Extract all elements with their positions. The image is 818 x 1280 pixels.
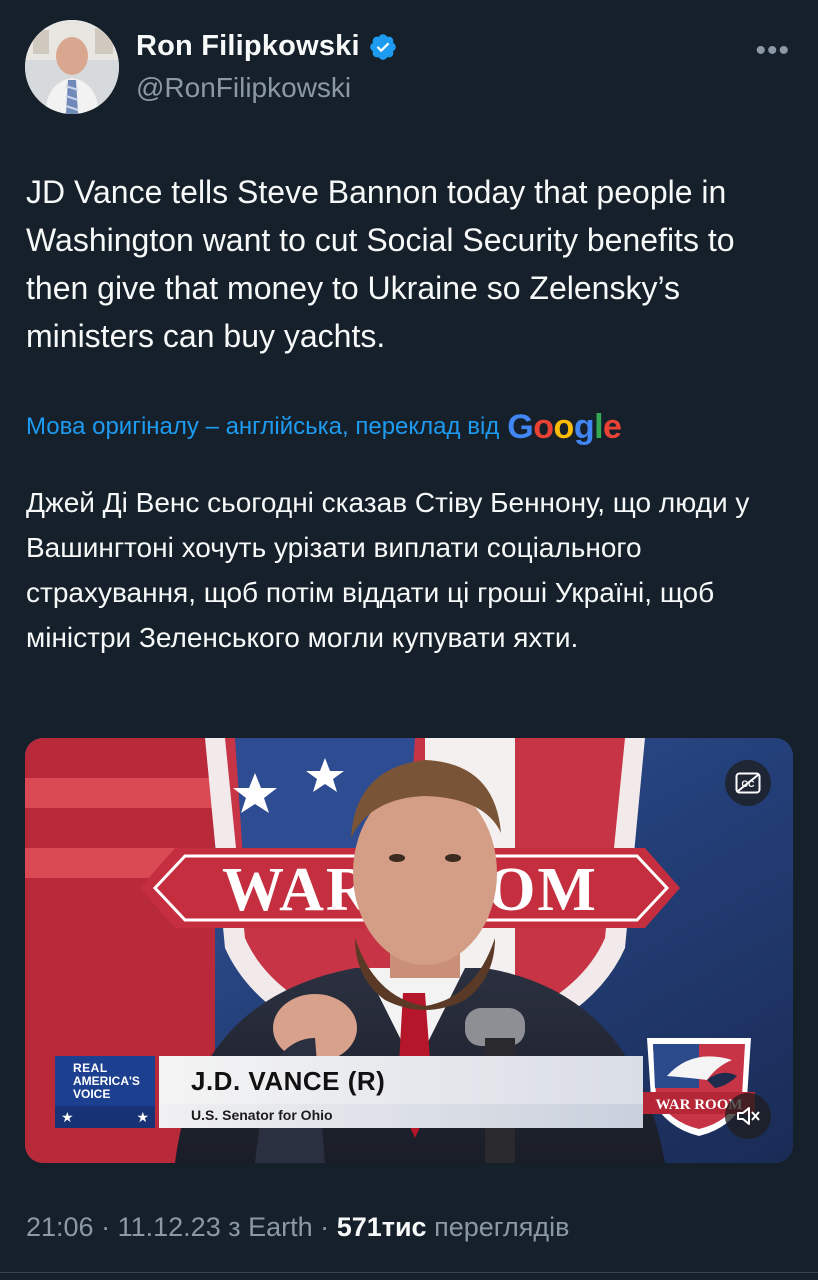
meta-separator: ·: [101, 1212, 111, 1242]
lower-third-title: U.S. Senator for Ohio: [191, 1107, 333, 1123]
meta-separator: ·: [320, 1212, 330, 1242]
translation-attribution[interactable]: Мова оригіналу – англійська, переклад ві…: [26, 408, 622, 446]
divider: [0, 1272, 818, 1273]
tweet-detail: Ron Filipkowski @RonFilipkowski ••• JD V…: [0, 0, 818, 1280]
network-logo-line1: REAL: [73, 1061, 108, 1075]
author-display-name[interactable]: Ron Filipkowski: [136, 30, 360, 63]
network-logo: REAL AMERICA'S VOICE ★ ★: [55, 1056, 155, 1128]
views-label: переглядів: [434, 1212, 570, 1242]
translation-label[interactable]: Мова оригіналу – англійська, переклад ві…: [26, 413, 499, 441]
lower-third-name: J.D. VANCE (R): [191, 1066, 386, 1096]
author-handle[interactable]: @RonFilipkowski: [136, 72, 351, 104]
network-logo-stars: ★ ★: [55, 1106, 155, 1128]
views-count[interactable]: 571тис: [337, 1212, 427, 1242]
closed-captions-icon: CC: [735, 772, 761, 794]
tweet-source: з Earth: [228, 1212, 313, 1242]
network-logo-line2: AMERICA'S: [73, 1074, 140, 1088]
mute-icon: [737, 1107, 760, 1125]
closed-captions-button[interactable]: CC: [725, 760, 771, 806]
more-options-icon[interactable]: •••: [755, 36, 790, 66]
verified-badge-icon: [369, 33, 396, 60]
google-logo: Google: [507, 408, 622, 446]
tweet-text: JD Vance tells Steve Bannon today that p…: [26, 174, 735, 354]
lower-third: REAL AMERICA'S VOICE ★ ★ J.D. VANCE (R) U…: [55, 1056, 643, 1128]
lower-third-title-bar: U.S. Senator for Ohio: [159, 1104, 643, 1128]
mute-button[interactable]: [725, 1093, 771, 1139]
network-logo-line3: VOICE: [73, 1087, 111, 1101]
lower-third-name-bar: J.D. VANCE (R): [159, 1056, 643, 1104]
tweet-date[interactable]: 11.12.23: [118, 1212, 221, 1242]
video-player[interactable]: WAR ROOM CC: [25, 738, 793, 1163]
translated-tweet-text: Джей Ді Венс сьогодні сказав Стіву Бенно…: [26, 487, 750, 653]
tweet-metadata: 21:06 · 11.12.23 з Earth · 571тис перегл…: [26, 1212, 570, 1243]
author-avatar[interactable]: [25, 20, 119, 114]
author-name-row[interactable]: Ron Filipkowski: [136, 30, 398, 63]
tweet-time[interactable]: 21:06: [26, 1212, 94, 1242]
